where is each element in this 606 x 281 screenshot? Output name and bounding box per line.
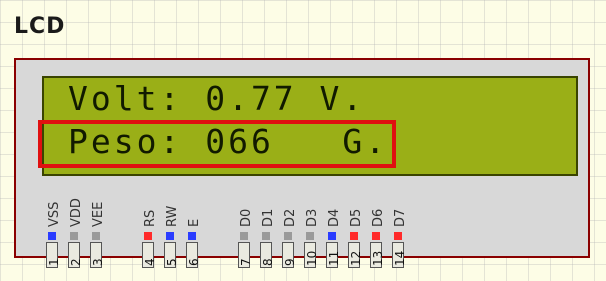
pin-11[interactable]: 11 <box>326 232 341 268</box>
pin-state-indicator <box>188 232 196 240</box>
pin-state-indicator <box>328 232 336 240</box>
pin-12[interactable]: 12 <box>348 232 363 268</box>
pin-state-indicator <box>394 232 402 240</box>
pin-number: 8 <box>261 258 275 266</box>
pin-state-indicator <box>306 232 314 240</box>
pin-state-indicator <box>350 232 358 240</box>
pin-number: 11 <box>327 250 341 266</box>
highlight-box <box>38 120 396 168</box>
pin-state-indicator <box>144 232 152 240</box>
pin-14[interactable]: 14 <box>392 232 407 268</box>
pin-label-d4: D4 <box>327 208 342 227</box>
pin-label-d2: D2 <box>283 208 298 227</box>
pin-number: 4 <box>143 258 157 266</box>
pin-9[interactable]: 9 <box>282 232 297 268</box>
pin-number: 5 <box>165 258 179 266</box>
pin-number: 10 <box>305 250 319 266</box>
pin-13[interactable]: 13 <box>370 232 385 268</box>
pin-label-rs: RS <box>143 209 158 227</box>
component-title: LCD <box>14 14 66 39</box>
pin-label-vdd: VDD <box>69 198 84 227</box>
pin-label-d1: D1 <box>261 208 276 227</box>
pin-8[interactable]: 8 <box>260 232 275 268</box>
pin-label-d5: D5 <box>349 208 364 227</box>
pin-number: 12 <box>349 250 363 266</box>
pin-number: 1 <box>47 258 61 266</box>
pin-number: 3 <box>91 258 105 266</box>
pin-label-vee: VEE <box>91 201 106 227</box>
pin-3[interactable]: 3 <box>90 232 105 268</box>
pin-state-indicator <box>166 232 174 240</box>
pin-4[interactable]: 4 <box>142 232 157 268</box>
pin-state-indicator <box>48 232 56 240</box>
pin-label-d0: D0 <box>239 208 254 227</box>
pin-number: 2 <box>69 258 83 266</box>
pin-2[interactable]: 2 <box>68 232 83 268</box>
pin-state-indicator <box>372 232 380 240</box>
pin-label-d6: D6 <box>371 208 386 227</box>
pin-number: 7 <box>239 258 253 266</box>
pin-label-rw: RW <box>165 205 180 227</box>
pin-state-indicator <box>92 232 100 240</box>
pin-number: 9 <box>283 258 297 266</box>
pin-label-vss: VSS <box>47 201 62 227</box>
lcd-line-1: Volt: 0.77 V. <box>68 79 366 118</box>
pin-label-d7: D7 <box>393 208 408 227</box>
pin-number: 6 <box>187 258 201 266</box>
pin-state-indicator <box>262 232 270 240</box>
pin-7[interactable]: 7 <box>238 232 253 268</box>
pin-state-indicator <box>240 232 248 240</box>
pin-label-d3: D3 <box>305 208 320 227</box>
pin-1[interactable]: 1 <box>46 232 61 268</box>
pin-label-e: E <box>187 218 202 227</box>
pin-number: 14 <box>393 250 407 266</box>
pin-number: 13 <box>371 250 385 266</box>
pin-state-indicator <box>284 232 292 240</box>
pin-6[interactable]: 6 <box>186 232 201 268</box>
pin-5[interactable]: 5 <box>164 232 179 268</box>
pin-10[interactable]: 10 <box>304 232 319 268</box>
pin-state-indicator <box>70 232 78 240</box>
